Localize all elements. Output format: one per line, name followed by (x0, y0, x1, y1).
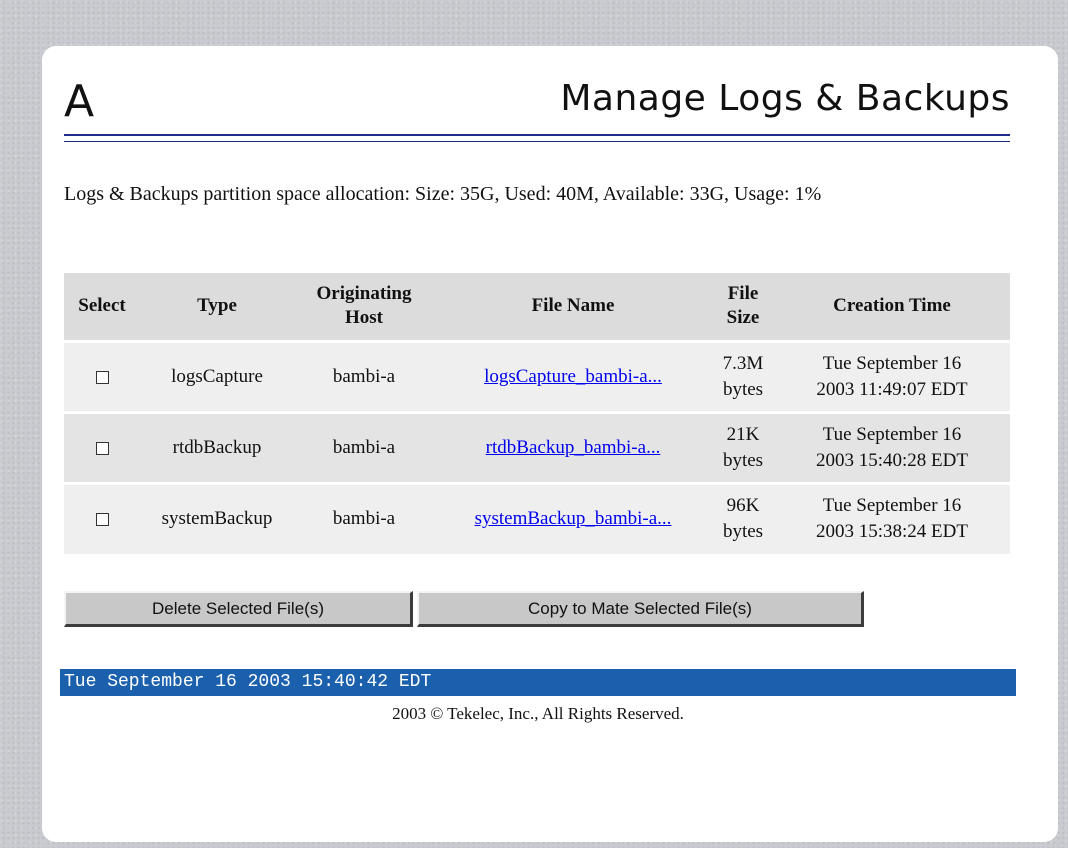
select-cell (64, 339, 140, 412)
column-header-file-size: File Size (712, 273, 774, 341)
creation-date: Tue September 16 (822, 423, 962, 445)
table-row: systemBackup bambi-a systemBackup_bambi-… (64, 481, 1010, 554)
row-checkbox[interactable] (95, 370, 109, 384)
host-cell: bambi-a (294, 339, 434, 412)
creation-time: 2003 15:38:24 EDT (816, 521, 968, 543)
file-size-unit: bytes (722, 378, 764, 400)
file-size-value: 96K (726, 495, 760, 517)
row-checkbox[interactable] (95, 513, 109, 527)
file-size-cell: 21K bytes (712, 410, 774, 483)
status-bar-timestamp: Tue September 16 2003 15:40:42 EDT (60, 669, 1016, 696)
column-header-select: Select (64, 273, 140, 341)
column-header-type: Type (140, 273, 294, 341)
table-row: logsCapture bambi-a logsCapture_bambi-a.… (64, 339, 1010, 412)
creation-time: 2003 11:49:07 EDT (816, 378, 968, 400)
select-cell (64, 481, 140, 554)
files-table: Select Type Originating Host File Name F… (64, 273, 1010, 554)
file-name-link[interactable]: systemBackup_bambi-a... (475, 508, 672, 529)
copyright-notice: 2003 © Tekelec, Inc., All Rights Reserve… (392, 704, 684, 723)
app-logo: A (64, 76, 95, 127)
row-checkbox[interactable] (95, 441, 109, 455)
creation-date: Tue September 16 (822, 495, 962, 517)
type-cell: systemBackup (140, 481, 294, 554)
select-cell (64, 410, 140, 483)
page-header: A Manage Logs & Backups (64, 76, 1010, 142)
file-size-value: 7.3M (722, 352, 764, 374)
file-name-link[interactable]: logsCapture_bambi-a... (484, 366, 662, 387)
copy-to-mate-button[interactable]: Copy to Mate Selected File(s) (417, 591, 864, 627)
file-size-unit: bytes (722, 521, 764, 543)
creation-date: Tue September 16 (822, 352, 962, 374)
header-rule-top (64, 134, 1010, 136)
page-title: Manage Logs & Backups (560, 78, 1010, 119)
type-cell: rtdbBackup (140, 410, 294, 483)
file-size-cell: 7.3M bytes (712, 339, 774, 412)
creation-time-cell: Tue September 16 2003 11:49:07 EDT (774, 339, 1010, 412)
file-size-unit: bytes (722, 449, 764, 471)
file-name-cell: systemBackup_bambi-a... (434, 481, 712, 554)
creation-time-cell: Tue September 16 2003 15:40:28 EDT (774, 410, 1010, 483)
column-header-creation-time: Creation Time (774, 273, 1010, 341)
column-header-file-name: File Name (434, 273, 712, 341)
table-row: rtdbBackup bambi-a rtdbBackup_bambi-a...… (64, 410, 1010, 483)
host-cell: bambi-a (294, 481, 434, 554)
partition-info: Logs & Backups partition space allocatio… (64, 183, 822, 205)
header-rule-bottom (64, 141, 1010, 142)
creation-time: 2003 15:40:28 EDT (816, 449, 968, 471)
file-name-cell: rtdbBackup_bambi-a... (434, 410, 712, 483)
file-size-cell: 96K bytes (712, 481, 774, 554)
creation-time-cell: Tue September 16 2003 15:38:24 EDT (774, 481, 1010, 554)
type-cell: logsCapture (140, 339, 294, 412)
file-size-value: 21K (726, 423, 760, 445)
file-name-cell: logsCapture_bambi-a... (434, 339, 712, 412)
file-name-link[interactable]: rtdbBackup_bambi-a... (486, 437, 661, 458)
delete-selected-button[interactable]: Delete Selected File(s) (64, 591, 413, 627)
table-header-row: Select Type Originating Host File Name F… (64, 273, 1010, 341)
host-cell: bambi-a (294, 410, 434, 483)
column-header-originating-host: Originating Host (294, 273, 434, 341)
